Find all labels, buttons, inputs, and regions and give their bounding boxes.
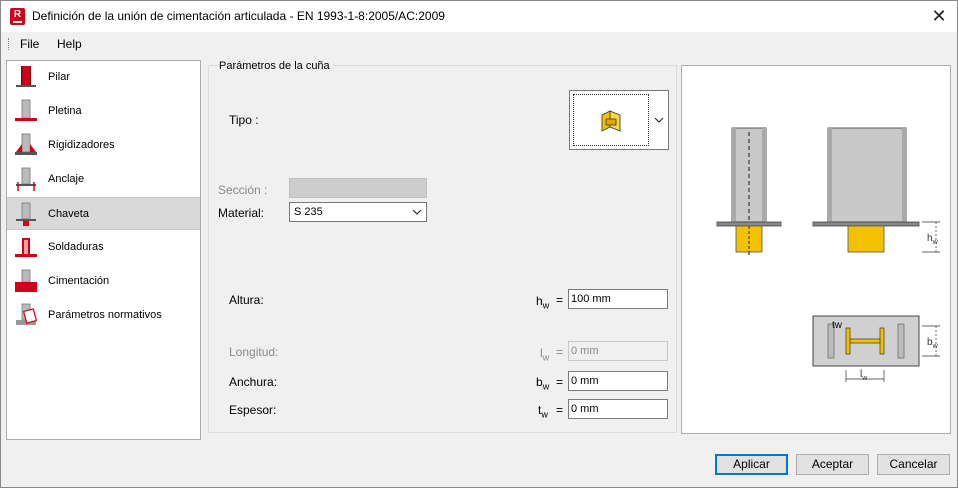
sidebar-item-pilar[interactable]: Pilar (7, 61, 200, 94)
sidebar-item-label: Anclaje (48, 173, 85, 185)
equals-sign: = (556, 403, 564, 417)
sidebar-item-parametros-normativos[interactable]: Parámetros normativos (7, 299, 200, 332)
welds-icon (15, 238, 37, 257)
side-view-drawing (716, 127, 782, 256)
base-plate-icon (15, 99, 37, 121)
front-view-drawing (812, 127, 940, 253)
preview-panel: hw tw bw lw (681, 65, 951, 434)
material-value: S 235 (294, 206, 323, 218)
sidebar-item-anclaje[interactable]: Anclaje (7, 163, 200, 196)
tw-dimension-label: tw (832, 320, 843, 331)
close-button[interactable]: ✕ (927, 5, 951, 27)
sidebar-item-label: Pletina (48, 105, 82, 117)
seccion-label: Sección : (218, 183, 268, 197)
window-title: Definición de la unión de cimentación ar… (32, 9, 445, 23)
foundation-icon (15, 269, 37, 292)
menu-file[interactable]: File (20, 37, 39, 51)
sidebar-item-chaveta[interactable]: Chaveta (7, 197, 200, 230)
code-parameters-icon (16, 303, 38, 325)
apply-button[interactable]: Aplicar (715, 454, 788, 475)
title-bar: R Definición de la unión de cimentación … (1, 1, 957, 32)
anchorage-icon (16, 167, 36, 191)
cancel-button[interactable]: Cancelar (877, 454, 950, 475)
hw-dimension-label: hw (927, 233, 939, 246)
bw-dimension-label: bw (927, 337, 939, 350)
sidebar-item-pletina[interactable]: Pletina (7, 95, 200, 128)
material-label: Material: (218, 206, 265, 220)
chevron-down-icon (412, 209, 422, 215)
espesor-symbol: tw (538, 403, 548, 420)
chevron-down-icon (654, 117, 664, 123)
seccion-field (289, 178, 427, 198)
menu-grip (8, 38, 10, 50)
anchura-symbol: bw (536, 375, 550, 392)
anchura-label: Anchura: (229, 375, 278, 389)
material-select[interactable]: S 235 (289, 202, 427, 222)
stiffeners-icon (15, 133, 37, 155)
sidebar-item-soldaduras[interactable]: Soldaduras (7, 231, 200, 264)
shear-key-type-icon (601, 110, 621, 132)
dialog-window: R Definición de la unión de cimentación … (0, 0, 958, 488)
sidebar-item-label: Rigidizadores (48, 139, 115, 151)
menu-bar: File Help (1, 32, 957, 56)
sidebar-item-label: Pilar (48, 71, 71, 83)
longitud-field: 0 mm (568, 341, 668, 361)
altura-symbol: hw (536, 294, 550, 311)
sidebar-item-label: Cimentación (48, 275, 110, 287)
tipo-label: Tipo : (229, 113, 259, 127)
type-selector[interactable] (569, 90, 669, 150)
anchura-field[interactable]: 0 mm (568, 371, 668, 391)
sidebar-item-label: Soldaduras (48, 241, 104, 253)
altura-field[interactable]: 100 mm (568, 289, 668, 309)
app-icon: R (10, 8, 25, 25)
equals-sign: = (556, 375, 564, 389)
sidebar-nav: Pilar Pletina Rigidizadores Anclaje Chav… (6, 60, 201, 440)
equals-sign: = (556, 345, 564, 359)
column-icon (16, 66, 36, 87)
equals-sign: = (556, 293, 564, 307)
altura-label: Altura: (229, 293, 264, 307)
type-preview (573, 94, 649, 146)
longitud-symbol: lw (540, 346, 550, 363)
shear-key-diagram: hw tw bw lw (716, 127, 940, 382)
lw-dimension-label: lw (860, 369, 868, 382)
espesor-field[interactable]: 0 mm (568, 399, 668, 419)
sidebar-item-label: Chaveta (48, 208, 89, 220)
menu-help[interactable]: Help (57, 37, 82, 51)
longitud-label: Longitud: (229, 345, 279, 359)
group-title: Parámetros de la cuña (217, 60, 332, 72)
espesor-label: Espesor: (229, 403, 277, 417)
sidebar-item-rigidizadores[interactable]: Rigidizadores (7, 129, 200, 162)
sidebar-item-cimentacion[interactable]: Cimentación (7, 265, 200, 298)
shear-key-icon (16, 202, 36, 226)
sidebar-item-label: Parámetros normativos (48, 309, 162, 321)
ok-button[interactable]: Aceptar (796, 454, 869, 475)
